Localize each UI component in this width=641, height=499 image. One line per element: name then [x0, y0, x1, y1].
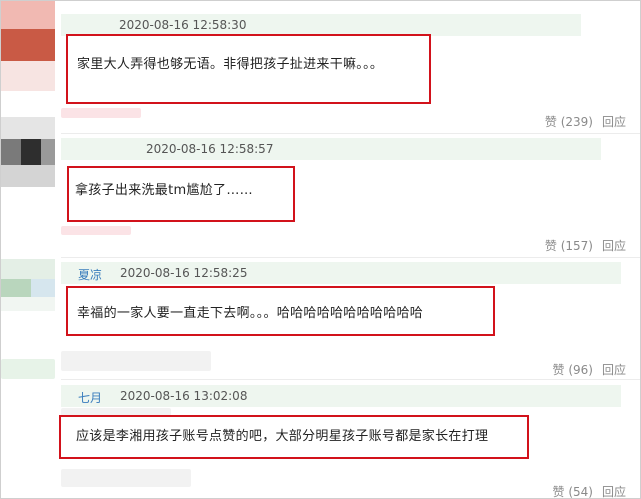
blurred-area: [61, 351, 211, 371]
comment-text: 拿孩子出来洗最tm尴尬了……: [75, 183, 253, 198]
divider: [61, 379, 640, 380]
comment-meta: 2020-08-16 12:58:30: [61, 14, 581, 36]
comment-author[interactable]: 夏凉: [78, 266, 102, 283]
like-button[interactable]: 赞 (96): [553, 363, 593, 377]
reply-button[interactable]: 回应: [602, 485, 626, 499]
comment-time: 2020-08-16 12:58:57: [146, 142, 274, 156]
reply-button[interactable]: 回应: [602, 363, 626, 377]
blurred-area: [61, 108, 141, 118]
like-button[interactable]: 赞 (54): [553, 485, 593, 499]
comment-text: 家里大人弄得也够无语。非得把孩子扯进来干嘛。。。: [77, 57, 384, 72]
divider: [61, 133, 640, 134]
comment-meta: 夏凉 2020-08-16 12:58:25: [61, 262, 621, 284]
like-count: (157): [560, 239, 593, 253]
avatar[interactable]: [1, 259, 55, 311]
like-label: 赞: [552, 485, 565, 499]
comment-actions: 赞 (96) 回应: [553, 361, 627, 378]
comment-text: 应该是李湘用孩子账号点赞的吧，大部分明星孩子账号都是家长在打理: [76, 429, 489, 444]
avatar[interactable]: [1, 117, 55, 187]
avatar[interactable]: [1, 1, 55, 91]
like-count: (239): [560, 115, 593, 129]
like-label: 赞: [544, 115, 557, 129]
comment-author[interactable]: 七月: [78, 389, 102, 406]
like-count: (96): [568, 363, 593, 377]
comment-time: 2020-08-16 13:02:08: [120, 389, 248, 403]
comment-time: 2020-08-16 12:58:25: [120, 266, 248, 280]
comment-meta: 七月 2020-08-16 13:02:08: [61, 385, 621, 407]
blurred-area: [1, 359, 55, 379]
blurred-area: [61, 469, 191, 487]
comment-time: 2020-08-16 12:58:30: [119, 18, 247, 32]
comment-text: 幸福的一家人要一直走下去啊。。。哈哈哈哈哈哈哈哈哈哈哈: [77, 306, 424, 321]
like-button[interactable]: 赞 (239): [545, 115, 593, 129]
reply-button[interactable]: 回应: [602, 239, 626, 253]
comment-list: 2020-08-16 12:58:30 家里大人弄得也够无语。非得把孩子扯进来干…: [0, 0, 641, 499]
reply-button[interactable]: 回应: [602, 115, 626, 129]
like-label: 赞: [544, 239, 557, 253]
blurred-area: [61, 226, 131, 235]
comment-actions: 赞 (157) 回应: [545, 237, 626, 254]
divider: [61, 257, 640, 258]
comment-actions: 赞 (54) 回应: [553, 483, 627, 499]
like-label: 赞: [552, 363, 565, 377]
like-count: (54): [568, 485, 593, 499]
like-button[interactable]: 赞 (157): [545, 239, 593, 253]
comment-meta: 2020-08-16 12:58:57: [61, 138, 601, 160]
comment-actions: 赞 (239) 回应: [545, 113, 626, 130]
